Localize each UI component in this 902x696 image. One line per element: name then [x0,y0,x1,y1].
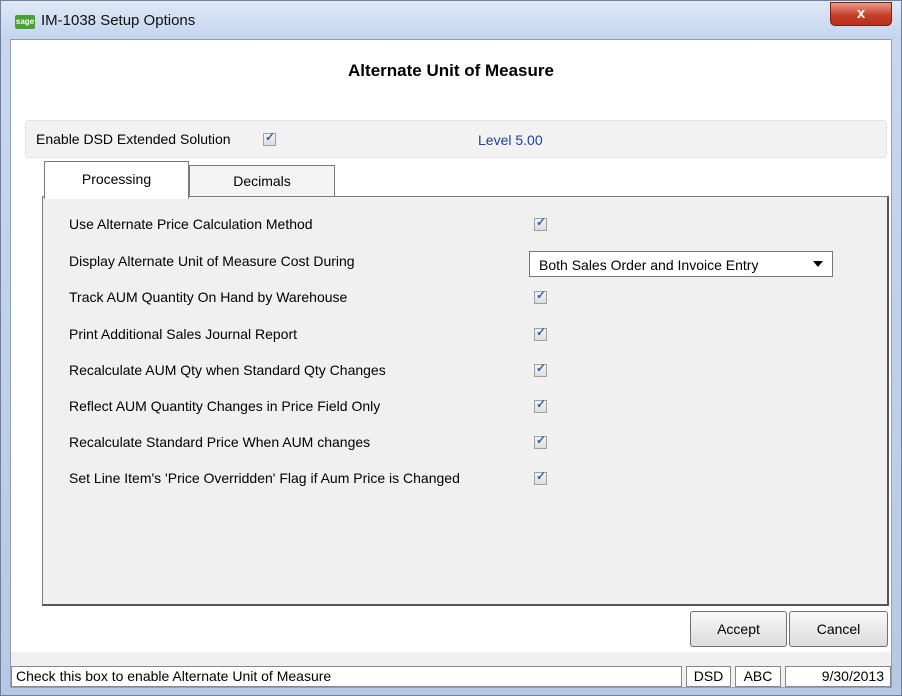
status-bar: Check this box to enable Alternate Unit … [11,652,891,687]
print-journal-checkbox[interactable] [534,325,547,341]
title-bar[interactable]: sage IM-1038 Setup Options x [1,1,901,39]
option-label-track-aum: Track AUM Quantity On Hand by Warehouse [69,289,348,305]
option-label-print-journal: Print Additional Sales Journal Report [69,326,298,342]
option-label-recalc-aum-qty: Recalculate AUM Qty when Standard Qty Ch… [69,362,386,378]
tab-processing[interactable]: Processing [44,161,189,199]
track-aum-checkbox[interactable] [534,288,547,304]
option-label-reflect-aum: Reflect AUM Quantity Changes in Price Fi… [69,398,381,414]
option-label-recalc-std-price: Recalculate Standard Price When AUM chan… [69,434,371,450]
chevron-down-icon [813,261,823,267]
setup-options-window: sage IM-1038 Setup Options x Alternate U… [0,0,902,696]
status-company: ABC [735,666,781,687]
alt-price-calc-checkbox[interactable] [534,215,547,231]
recalc-aum-qty-checkbox[interactable] [534,361,547,377]
accept-button[interactable]: Accept [690,611,787,647]
recalc-std-price-checkbox[interactable] [534,433,547,449]
option-label-price-overridden: Set Line Item's 'Price Overridden' Flag … [69,470,460,486]
reflect-aum-checkbox[interactable] [534,397,547,413]
option-label-display-cost: Display Alternate Unit of Measure Cost D… [69,253,355,269]
dialog-body: Alternate Unit of Measure Enable DSD Ext… [10,39,892,688]
display-cost-value: Both Sales Order and Invoice Entry [539,257,759,273]
status-module: DSD [686,666,731,687]
level-text: Level 5.00 [478,132,543,148]
price-overridden-checkbox[interactable] [534,469,547,485]
window-title: IM-1038 Setup Options [41,12,196,29]
option-label-alt-price-calc: Use Alternate Price Calculation Method [69,216,313,232]
dsd-panel: Enable DSD Extended Solution Level 5.00 [25,120,887,158]
sage-app-icon: sage [15,15,35,29]
accept-label: Accept [717,621,760,637]
enable-dsd-label: Enable DSD Extended Solution [36,131,231,147]
close-button[interactable]: x [830,2,892,26]
status-message: Check this box to enable Alternate Unit … [11,666,682,687]
status-date: 9/30/2013 [785,666,891,687]
cancel-button[interactable]: Cancel [789,611,888,647]
processing-panel: Use Alternate Price Calculation Method D… [42,196,889,606]
cancel-label: Cancel [816,621,861,637]
display-cost-select[interactable]: Both Sales Order and Invoice Entry [529,251,833,277]
page-title: Alternate Unit of Measure [348,61,554,80]
enable-dsd-checkbox[interactable] [263,130,276,146]
tab-decimals[interactable]: Decimals [189,165,335,197]
